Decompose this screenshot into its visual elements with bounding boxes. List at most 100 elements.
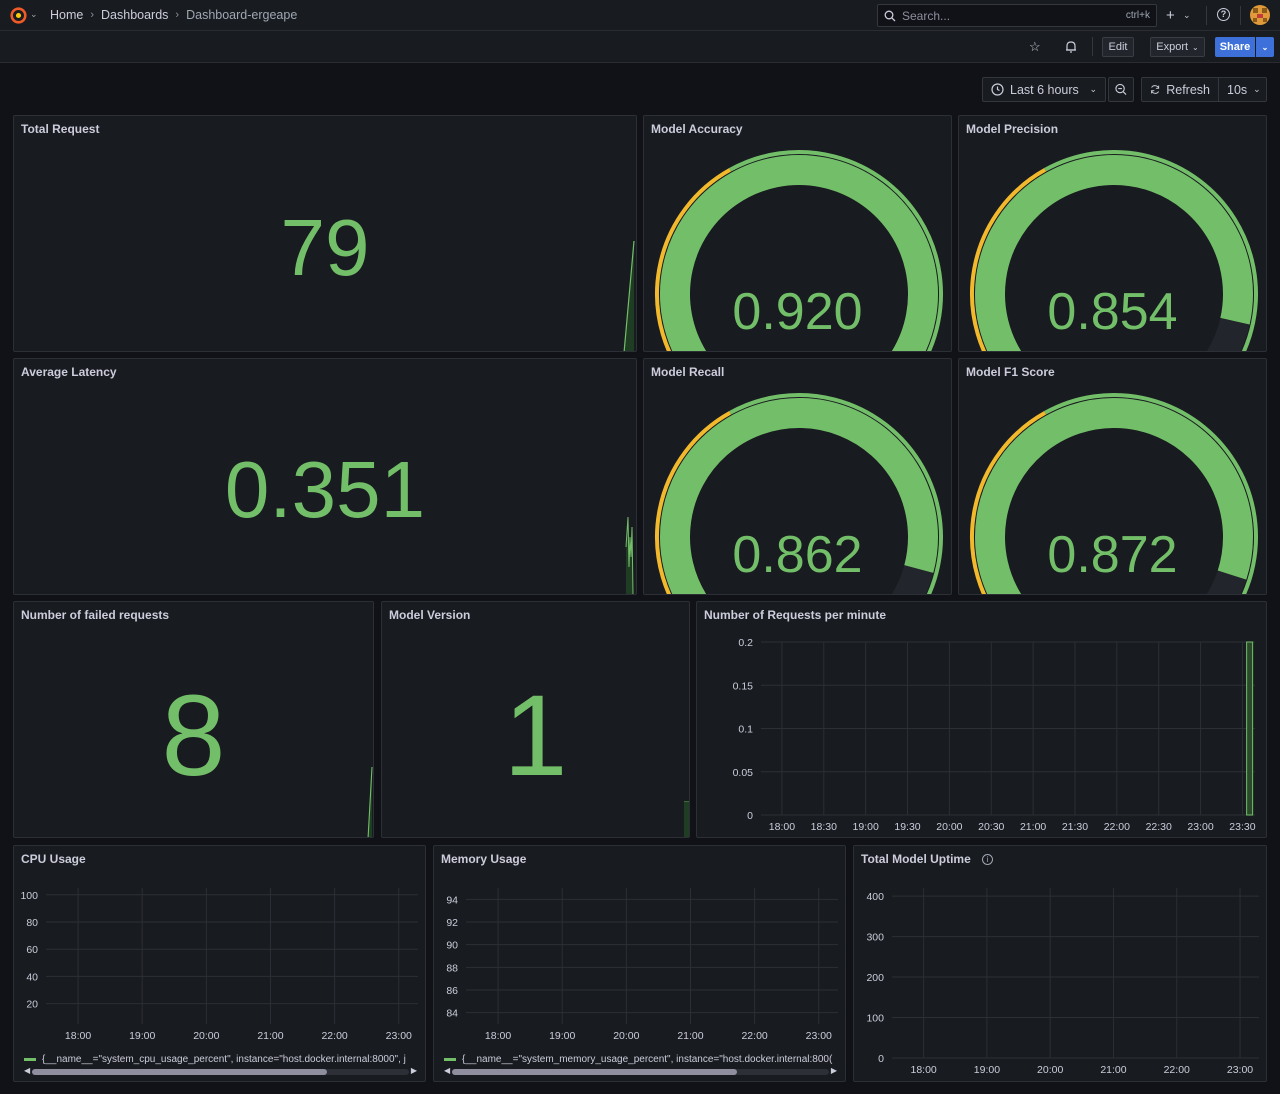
gauge-value: 0.862 [732, 526, 863, 584]
panel-requests-per-minute[interactable]: Number of Requests per minute 18:00 18:30… [696, 601, 1267, 838]
search-shortcut: ctrl+k [1125, 10, 1150, 21]
y-tick-label: 200 [866, 972, 884, 984]
y-tick-label: 94 [446, 894, 458, 906]
scroll-left-icon[interactable]: ◀ [444, 1066, 450, 1075]
time-range-label: Last 6 hours [1010, 82, 1079, 97]
sparkline [625, 516, 634, 594]
panel-failed-requests[interactable]: Number of failed requests 8 [13, 601, 374, 838]
x-tick-label: 23:00 [386, 1030, 412, 1042]
x-tick-label: 19:00 [853, 821, 879, 833]
breadcrumb-dashboards[interactable]: Dashboards [101, 8, 168, 22]
x-tick-label: 19:00 [974, 1064, 1000, 1076]
y-tick-label: 20 [26, 999, 38, 1011]
stat-value: 0.351 [224, 445, 426, 534]
scroll-right-icon[interactable]: ▶ [831, 1066, 837, 1075]
panel-cpu-usage[interactable]: CPU Usage 18:00 19:00 20:00 21:00 22:00 23:00… [13, 845, 426, 1082]
x-tick-label: 20:30 [978, 821, 1004, 833]
chevron-right-icon: › [90, 9, 95, 21]
panel-model-precision[interactable]: Model Precision 0.854 [958, 115, 1267, 352]
sparkline [367, 766, 373, 837]
x-tick-label: 21:00 [1020, 821, 1046, 833]
panel-average-latency[interactable]: Average Latency 0.351 [13, 358, 637, 595]
y-tick-label: 100 [866, 1013, 884, 1025]
y-tick-label: 86 [446, 985, 458, 997]
sparkline [684, 801, 689, 837]
breadcrumb-home[interactable]: Home [50, 8, 83, 22]
chevron-down-icon[interactable]: ⌄ [1183, 10, 1191, 21]
legend-swatch [444, 1058, 456, 1061]
star-icon[interactable]: ☆ [1029, 39, 1041, 55]
x-tick-label: 18:00 [769, 821, 795, 833]
legend-swatch [24, 1058, 36, 1061]
scrollbar-thumb[interactable] [452, 1069, 737, 1075]
bell-icon[interactable] [1065, 40, 1077, 53]
breadcrumb-current: Dashboard-ergeape [186, 8, 298, 22]
export-label: Export [1156, 41, 1189, 53]
chevron-down-icon: ⌄ [1192, 42, 1199, 52]
refresh-button[interactable]: Refresh [1141, 77, 1219, 102]
y-tick-label: 300 [866, 932, 884, 944]
gauge-value: 0.920 [732, 283, 863, 341]
time-range-picker[interactable]: Last 6 hours ⌄ [982, 77, 1106, 102]
y-tick-label: 0.15 [733, 680, 754, 692]
panel-title: Model Version [389, 608, 471, 622]
share-dropdown-button[interactable]: ⌄ [1256, 37, 1274, 57]
bar [1246, 641, 1254, 816]
x-tick-label: 22:00 [741, 1030, 767, 1042]
y-tick-label: 0.1 [738, 724, 753, 736]
dashboard-controls-bar: ☆ Edit Export ⌄ Share ⌄ [0, 31, 1280, 63]
chevron-right-icon: › [175, 9, 180, 21]
x-tick-label: 21:00 [1100, 1064, 1126, 1076]
zoom-out-icon [1115, 83, 1127, 95]
horizontal-scrollbar[interactable]: ◀ ▶ [444, 1066, 837, 1075]
y-tick-label: 400 [866, 891, 884, 903]
horizontal-scrollbar[interactable]: ◀ ▶ [24, 1066, 417, 1075]
panel-total-model-uptime[interactable]: Total Model Uptime i 18:00 19:00 20:00 21:0… [853, 845, 1267, 1082]
panel-model-f1-score[interactable]: Model F1 Score 0.872 [958, 358, 1267, 595]
x-tick-label: 20:00 [613, 1030, 639, 1042]
legend-label: {__name__="system_cpu_usage_percent", in… [42, 1054, 406, 1065]
scroll-right-icon[interactable]: ▶ [411, 1066, 417, 1075]
clock-icon [991, 83, 1004, 96]
plus-icon[interactable]: + [1166, 7, 1175, 24]
y-tick-label: 84 [446, 1008, 458, 1020]
panel-memory-usage[interactable]: Memory Usage 18:00 19:00 20:00 21:00 22:00 23… [433, 845, 846, 1082]
chart-legend[interactable]: {__name__="system_cpu_usage_percent", in… [24, 1054, 419, 1065]
chevron-down-icon[interactable]: ⌄ [30, 9, 38, 20]
help-icon[interactable]: ? [1217, 8, 1230, 21]
stat-value: 8 [161, 672, 226, 800]
panel-model-recall[interactable]: Model Recall 0.862 [643, 358, 952, 595]
scroll-left-icon[interactable]: ◀ [24, 1066, 30, 1075]
panel-model-accuracy[interactable]: Model Accuracy 0.920 [643, 115, 952, 352]
memory-usage-chart: 18:00 19:00 20:00 21:00 22:00 23:00 84 86 88 90 92… [446, 888, 838, 1042]
x-tick-label: 21:00 [677, 1030, 703, 1042]
x-tick-label: 23:00 [1227, 1064, 1253, 1076]
divider [1206, 6, 1207, 25]
chart-legend[interactable]: {__name__="system_memory_usage_percent",… [444, 1054, 839, 1065]
edit-button[interactable]: Edit [1102, 37, 1134, 57]
panel-title: Total Request [21, 122, 100, 136]
x-tick-label: 22:00 [1104, 821, 1130, 833]
y-tick-label: 100 [20, 890, 38, 902]
y-tick-label: 0.2 [738, 637, 753, 649]
gauge-value: 0.854 [1047, 283, 1178, 341]
uptime-chart: 18:00 19:00 20:00 21:00 22:00 23:00 0 100 200 300… [866, 888, 1259, 1076]
divider [1240, 6, 1241, 25]
x-tick-label: 23:00 [806, 1030, 832, 1042]
y-tick-label: 60 [26, 944, 38, 956]
x-tick-label: 18:00 [910, 1064, 936, 1076]
x-tick-label: 20:00 [1037, 1064, 1063, 1076]
avatar[interactable] [1250, 5, 1270, 25]
grafana-logo-icon[interactable] [10, 7, 27, 24]
x-tick-label: 20:00 [193, 1030, 219, 1042]
panel-total-request[interactable]: Total Request 79 [13, 115, 637, 352]
scrollbar-thumb[interactable] [32, 1069, 327, 1075]
x-tick-label: 22:00 [321, 1030, 347, 1042]
refresh-interval-picker[interactable]: 10s ⌄ [1218, 77, 1267, 102]
export-button[interactable]: Export ⌄ [1150, 37, 1205, 57]
share-button[interactable]: Share [1215, 37, 1255, 57]
zoom-out-button[interactable] [1108, 77, 1134, 102]
x-tick-label: 22:00 [1164, 1064, 1190, 1076]
panel-model-version[interactable]: Model Version 1 [381, 601, 690, 838]
search-input[interactable]: Search... ctrl+k [877, 4, 1157, 27]
